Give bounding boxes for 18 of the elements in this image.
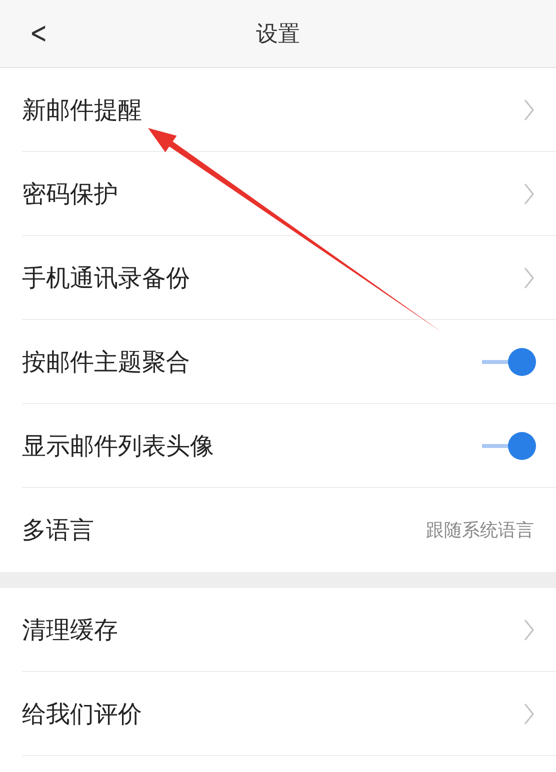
setting-label[interactable]: 密码保护 [22, 178, 118, 210]
setting-label[interactable]: 按邮件主题聚合 [22, 346, 190, 378]
toggle-switch[interactable] [482, 346, 534, 376]
setting-label[interactable]: 显示邮件列表头像 [22, 430, 214, 462]
back-button[interactable]: < [30, 18, 48, 48]
chevron-right-icon [524, 618, 534, 640]
chevron-right-icon [524, 702, 534, 724]
setting-label[interactable]: 多语言 [22, 514, 94, 546]
chevron-right-icon [524, 182, 534, 204]
setting-label[interactable]: 清理缓存 [22, 614, 118, 646]
toggle-switch[interactable] [482, 430, 534, 460]
page-title: 设置 [256, 20, 300, 48]
setting-label[interactable]: 手机通讯录备份 [22, 262, 190, 294]
setting-label[interactable]: 新邮件提醒 [22, 94, 142, 126]
setting-label[interactable]: 给我们评价 [22, 698, 142, 730]
setting-value: 跟随系统语言 [426, 519, 534, 542]
chevron-right-icon [524, 266, 534, 288]
chevron-right-icon [524, 98, 534, 120]
